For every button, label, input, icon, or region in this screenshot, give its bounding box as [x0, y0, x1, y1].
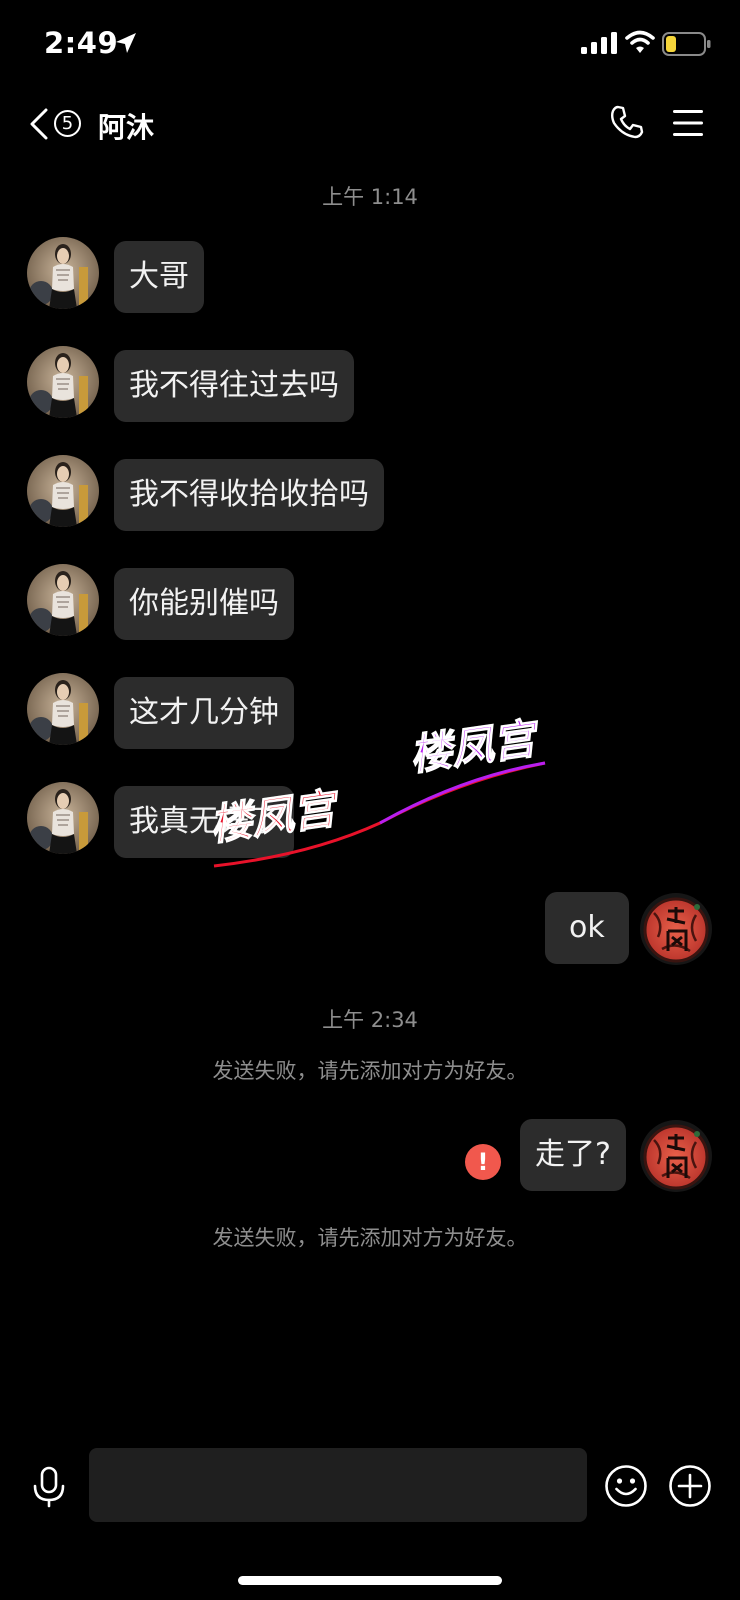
send-failed-notice: 发送失败，请先添加对方为好友。 — [212, 1226, 528, 1250]
incoming-message-bubble[interactable]: 这才几分钟 — [114, 677, 294, 749]
message-timestamp: 上午 2:34 — [322, 1008, 418, 1032]
chat-header: 5 阿沐 — [0, 95, 740, 155]
status-bar: 2:49 — [0, 0, 740, 90]
incoming-message-bubble[interactable]: 我真无语了 — [114, 786, 294, 858]
outgoing-message-bubble[interactable]: ok — [545, 892, 629, 964]
contact-avatar[interactable] — [27, 455, 99, 527]
incoming-message-bubble[interactable]: 大哥 — [114, 241, 204, 313]
location-arrow-icon — [116, 33, 136, 53]
message-timestamp: 上午 1:14 — [322, 185, 418, 209]
phone-icon[interactable] — [610, 105, 644, 139]
status-time: 2:49 — [44, 26, 119, 60]
contact-avatar[interactable] — [27, 346, 99, 418]
battery-low-icon — [662, 32, 711, 56]
emoji-icon[interactable] — [604, 1464, 648, 1508]
contact-avatar[interactable] — [27, 564, 99, 636]
message-input[interactable] — [89, 1448, 587, 1522]
home-indicator — [238, 1576, 502, 1585]
outgoing-message-bubble[interactable]: 走了? — [520, 1119, 626, 1191]
send-failed-notice: 发送失败，请先添加对方为好友。 — [212, 1059, 528, 1083]
wifi-icon — [625, 30, 655, 53]
contact-avatar[interactable] — [27, 237, 99, 309]
exclamation-icon[interactable]: ! — [465, 1144, 501, 1180]
plus-icon[interactable] — [668, 1464, 712, 1508]
incoming-message-bubble[interactable]: 你能别催吗 — [114, 568, 294, 640]
contact-avatar[interactable] — [27, 782, 99, 854]
menu-icon[interactable] — [672, 109, 704, 137]
back-chevron-icon[interactable] — [28, 107, 50, 141]
contact-avatar[interactable] — [27, 673, 99, 745]
signal-icon — [581, 32, 617, 54]
watermark-text: 楼凤宫 — [407, 713, 545, 780]
user-avatar[interactable] — [640, 1120, 712, 1192]
unread-count-badge[interactable]: 5 — [54, 110, 81, 137]
incoming-message-bubble[interactable]: 我不得往过去吗 — [114, 350, 354, 422]
microphone-icon[interactable] — [32, 1466, 66, 1508]
user-avatar[interactable] — [640, 893, 712, 965]
incoming-message-bubble[interactable]: 我不得收拾收拾吗 — [114, 459, 384, 531]
chat-title: 阿沐 — [98, 111, 155, 144]
